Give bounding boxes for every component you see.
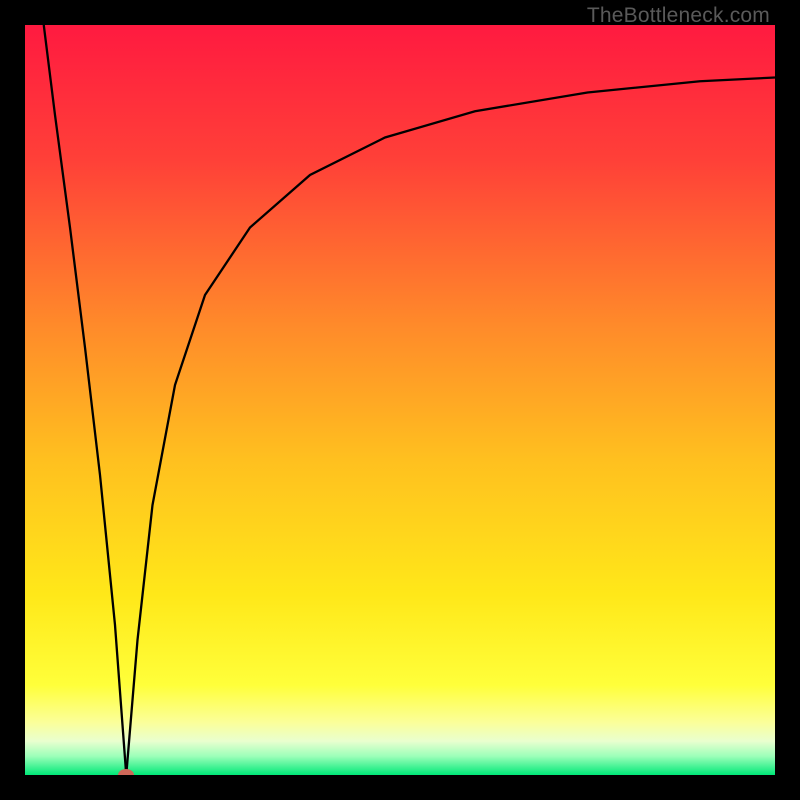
plot-area — [25, 25, 775, 775]
minimum-marker — [118, 769, 134, 775]
curve-right-branch — [126, 78, 775, 776]
chart-frame: TheBottleneck.com — [0, 0, 800, 800]
watermark-text: TheBottleneck.com — [587, 4, 770, 28]
bottleneck-curve — [25, 25, 775, 775]
curve-left-branch — [44, 25, 127, 775]
